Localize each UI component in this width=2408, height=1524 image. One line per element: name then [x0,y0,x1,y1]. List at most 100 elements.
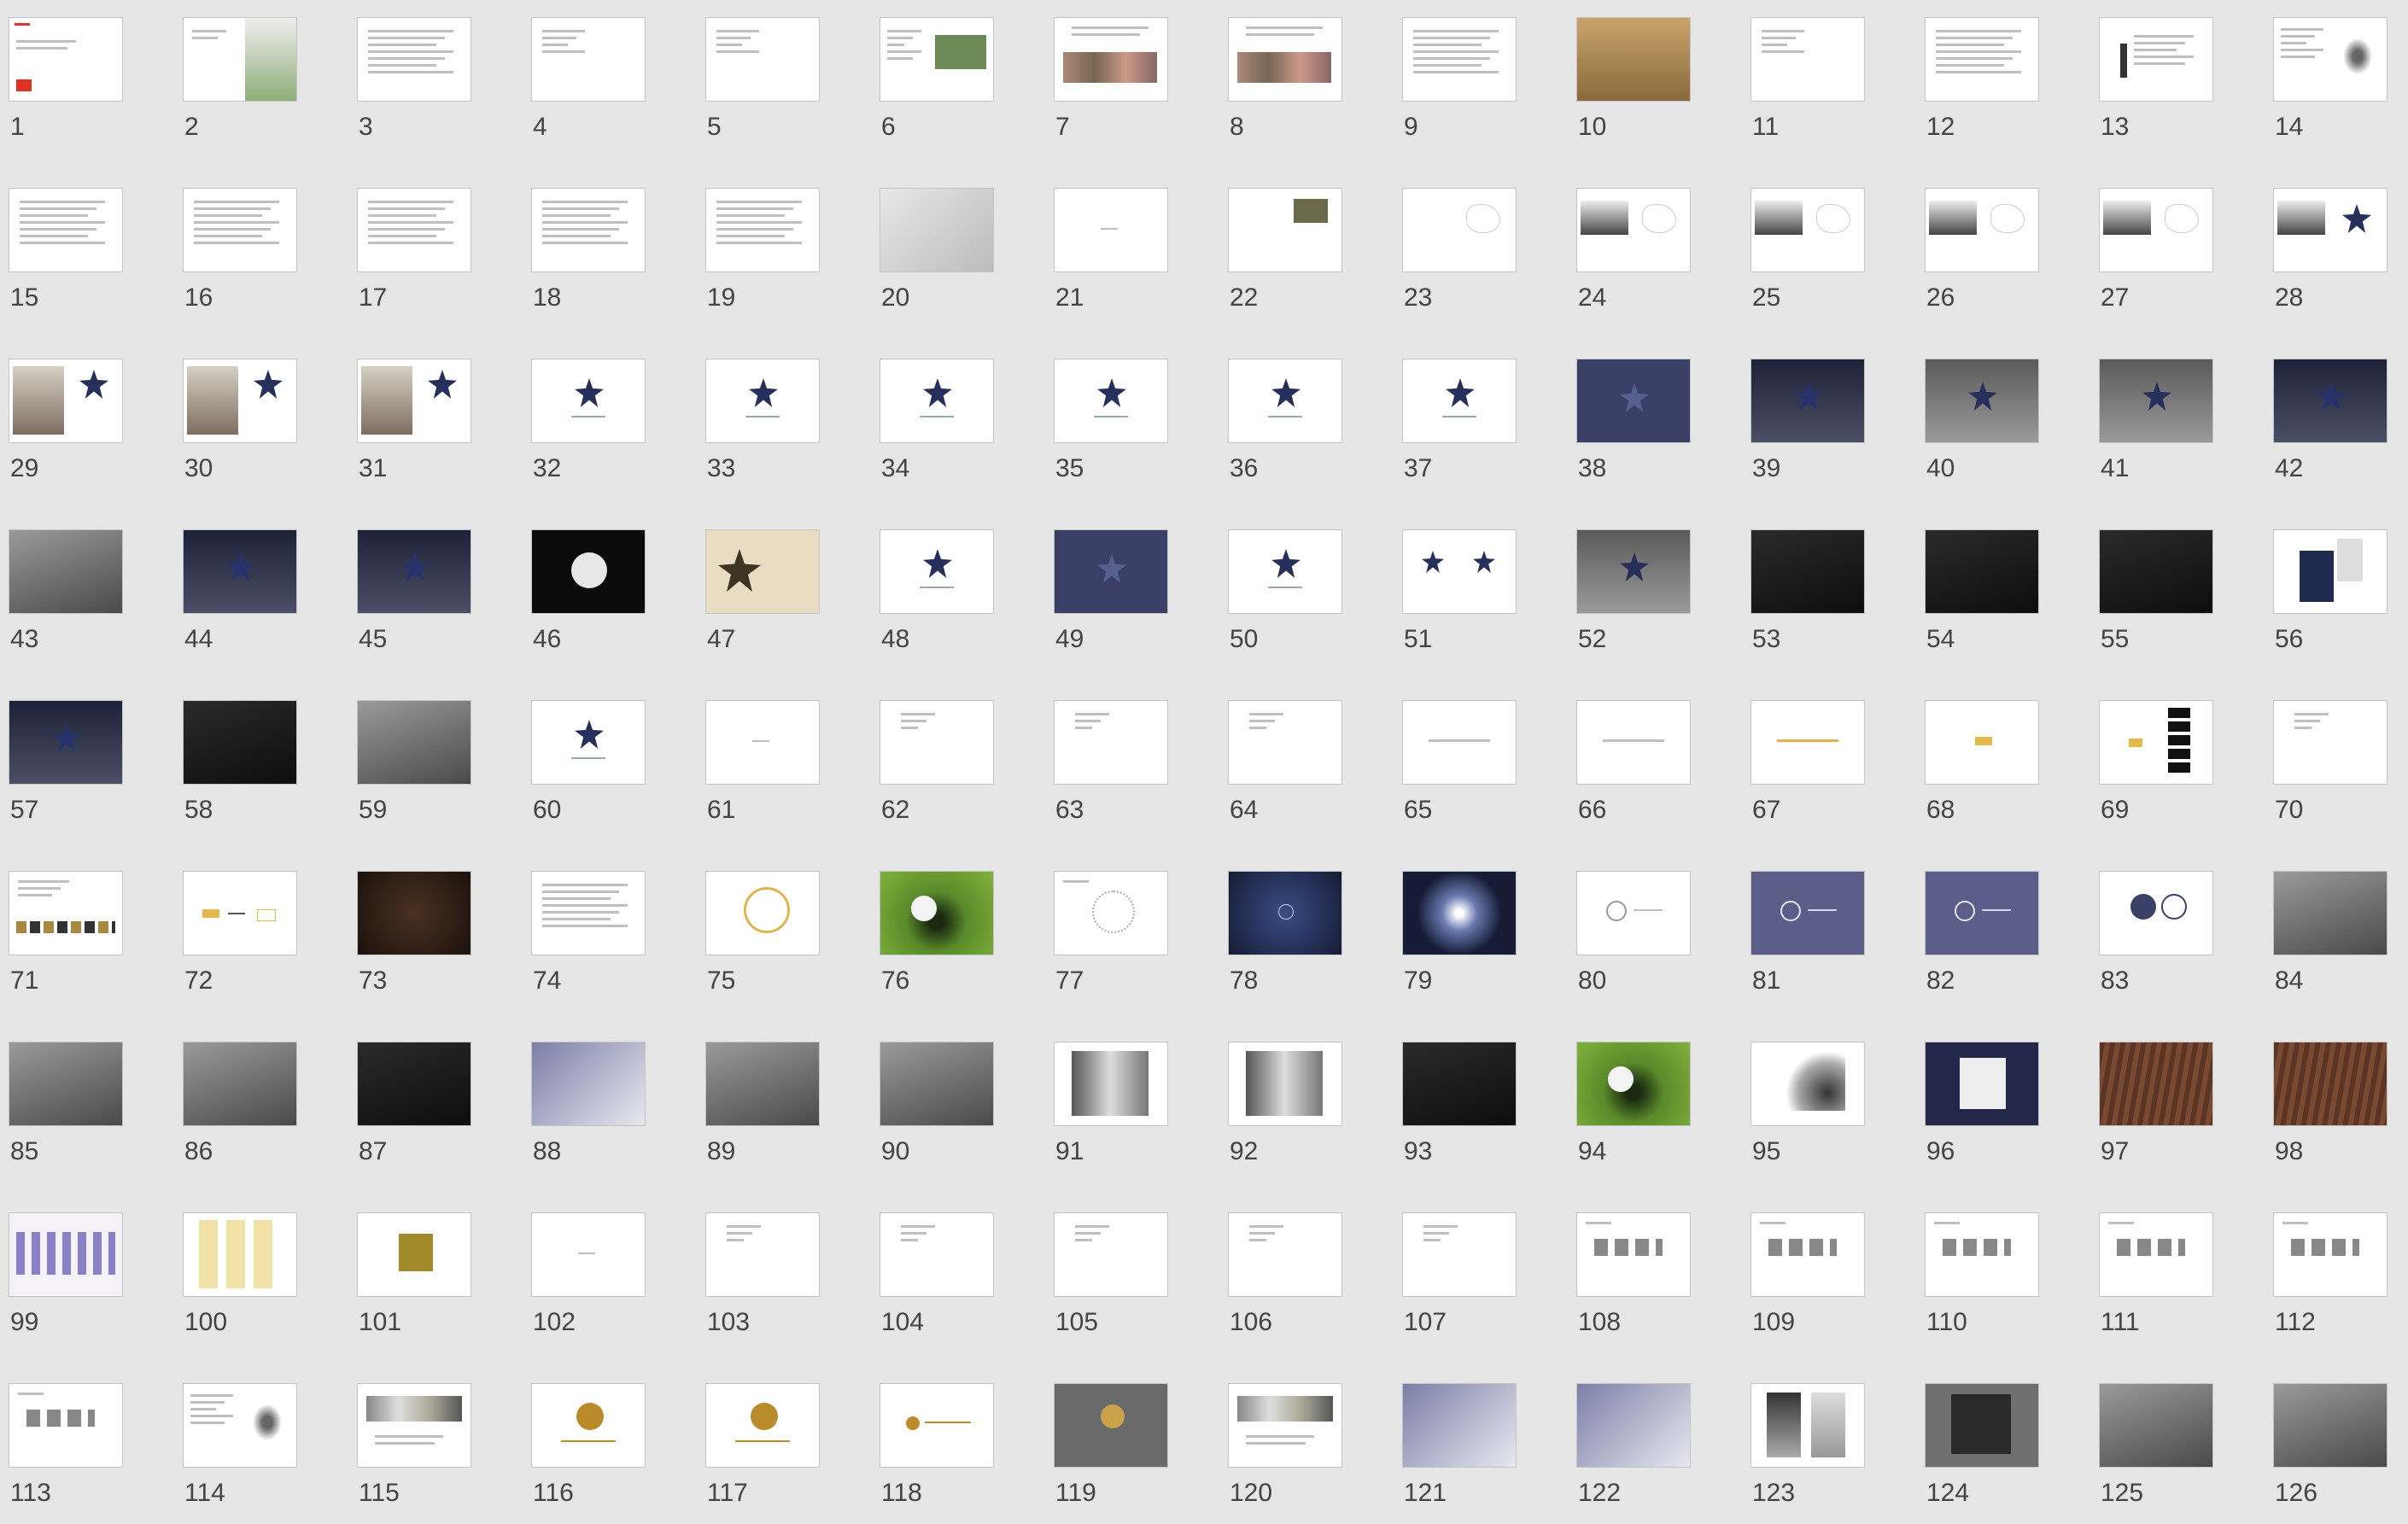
slide-thumbnail-70[interactable]: 70 [2273,700,2388,862]
slide-thumbnail-80[interactable]: 80 [1576,871,1691,1033]
slide-preview[interactable] [1576,700,1691,785]
slide-preview[interactable] [2099,17,2213,102]
slide-thumbnail-13[interactable]: 13 [2099,17,2213,179]
slide-thumbnail-125[interactable]: 125 [2099,1383,2213,1524]
slide-preview[interactable] [1576,1212,1691,1297]
slide-thumbnail-69[interactable]: 69 [2099,700,2213,862]
slide-thumbnail-91[interactable]: 91 [1054,1042,1168,1204]
slide-preview[interactable] [705,529,820,614]
slide-thumbnail-19[interactable]: 19 [705,188,820,350]
slide-thumbnail-54[interactable]: 54 [1925,529,2039,692]
slide-preview[interactable] [1925,188,2039,272]
slide-preview[interactable] [880,17,994,102]
slide-preview[interactable] [1228,529,1342,614]
slide-preview[interactable] [357,1383,471,1468]
slide-thumbnail-34[interactable]: 34 [880,359,994,521]
slide-thumbnail-100[interactable]: 100 [183,1212,297,1375]
slide-preview[interactable] [9,188,123,272]
slide-thumbnail-16[interactable]: 16 [183,188,297,350]
slide-preview[interactable] [1054,1212,1168,1297]
slide-thumbnail-23[interactable]: 23 [1402,188,1517,350]
slide-thumbnail-110[interactable]: 110 [1925,1212,2039,1375]
slide-thumbnail-37[interactable]: 37 [1402,359,1517,521]
slide-thumbnail-111[interactable]: 111 [2099,1212,2213,1375]
slide-preview[interactable] [1750,700,1865,785]
slide-preview[interactable] [1054,359,1168,443]
slide-preview[interactable] [2099,1212,2213,1297]
slide-preview[interactable] [1576,1042,1691,1126]
slide-thumbnail-82[interactable]: 82 [1925,871,2039,1033]
slide-preview[interactable] [2273,1383,2388,1468]
slide-preview[interactable] [2273,359,2388,443]
slide-preview[interactable] [357,1042,471,1126]
slide-preview[interactable] [2273,1042,2388,1126]
slide-preview[interactable] [2273,871,2388,955]
slide-thumbnail-97[interactable]: 97 [2099,1042,2213,1204]
slide-thumbnail-7[interactable]: 7 [1054,17,1168,179]
slide-preview[interactable] [183,1212,297,1297]
slide-preview[interactable] [1576,359,1691,443]
slide-preview[interactable] [2099,359,2213,443]
slide-thumbnail-60[interactable]: 60 [531,700,646,862]
slide-preview[interactable] [880,359,994,443]
slide-thumbnail-35[interactable]: 35 [1054,359,1168,521]
slide-preview[interactable] [2273,529,2388,614]
slide-preview[interactable] [705,1383,820,1468]
slide-preview[interactable] [1054,188,1168,272]
slide-thumbnail-64[interactable]: 64 [1228,700,1342,862]
slide-thumbnail-107[interactable]: 107 [1402,1212,1517,1375]
slide-preview[interactable] [1228,1212,1342,1297]
slide-preview[interactable] [1750,1383,1865,1468]
slide-preview[interactable] [1925,871,2039,955]
slide-preview[interactable] [705,17,820,102]
slide-preview[interactable] [1750,1212,1865,1297]
slide-thumbnail-106[interactable]: 106 [1228,1212,1342,1375]
slide-preview[interactable] [1402,700,1517,785]
slide-preview[interactable] [1402,17,1517,102]
slide-preview[interactable] [1402,1383,1517,1468]
slide-thumbnail-112[interactable]: 112 [2273,1212,2388,1375]
slide-preview[interactable] [2099,1042,2213,1126]
slide-preview[interactable] [183,359,297,443]
slide-preview[interactable] [1054,1042,1168,1126]
slide-thumbnail-90[interactable]: 90 [880,1042,994,1204]
slide-thumbnail-31[interactable]: 31 [357,359,471,521]
slide-preview[interactable] [1925,1042,2039,1126]
slide-preview[interactable] [531,1212,646,1297]
slide-thumbnail-62[interactable]: 62 [880,700,994,862]
slide-preview[interactable] [1750,1042,1865,1126]
slide-thumbnail-52[interactable]: 52 [1576,529,1691,692]
slide-preview[interactable] [1925,1383,2039,1468]
slide-thumbnail-1[interactable]: 1 [9,17,123,179]
slide-thumbnail-33[interactable]: 33 [705,359,820,521]
slide-preview[interactable] [1925,359,2039,443]
slide-thumbnail-29[interactable]: 29 [9,359,123,521]
slide-thumbnail-86[interactable]: 86 [183,1042,297,1204]
slide-thumbnail-38[interactable]: 38 [1576,359,1691,521]
slide-thumbnail-55[interactable]: 55 [2099,529,2213,692]
slide-preview[interactable] [2099,871,2213,955]
slide-thumbnail-56[interactable]: 56 [2273,529,2388,692]
slide-preview[interactable] [357,359,471,443]
slide-preview[interactable] [531,700,646,785]
slide-thumbnail-40[interactable]: 40 [1925,359,2039,521]
slide-preview[interactable] [880,529,994,614]
slide-preview[interactable] [531,1383,646,1468]
slide-thumbnail-89[interactable]: 89 [705,1042,820,1204]
slide-preview[interactable] [1054,700,1168,785]
slide-thumbnail-76[interactable]: 76 [880,871,994,1033]
slide-preview[interactable] [880,1383,994,1468]
slide-thumbnail-61[interactable]: 61 [705,700,820,862]
slide-preview[interactable] [2273,1212,2388,1297]
slide-preview[interactable] [1576,188,1691,272]
slide-preview[interactable] [1228,871,1342,955]
slide-thumbnail-78[interactable]: 78 [1228,871,1342,1033]
slide-preview[interactable] [1402,1042,1517,1126]
slide-preview[interactable] [357,529,471,614]
slide-preview[interactable] [1228,1042,1342,1126]
slide-thumbnail-10[interactable]: 10 [1576,17,1691,179]
slide-preview[interactable] [1228,17,1342,102]
slide-thumbnail-124[interactable]: 124 [1925,1383,2039,1524]
slide-thumbnail-113[interactable]: 113 [9,1383,123,1524]
slide-preview[interactable] [1054,871,1168,955]
